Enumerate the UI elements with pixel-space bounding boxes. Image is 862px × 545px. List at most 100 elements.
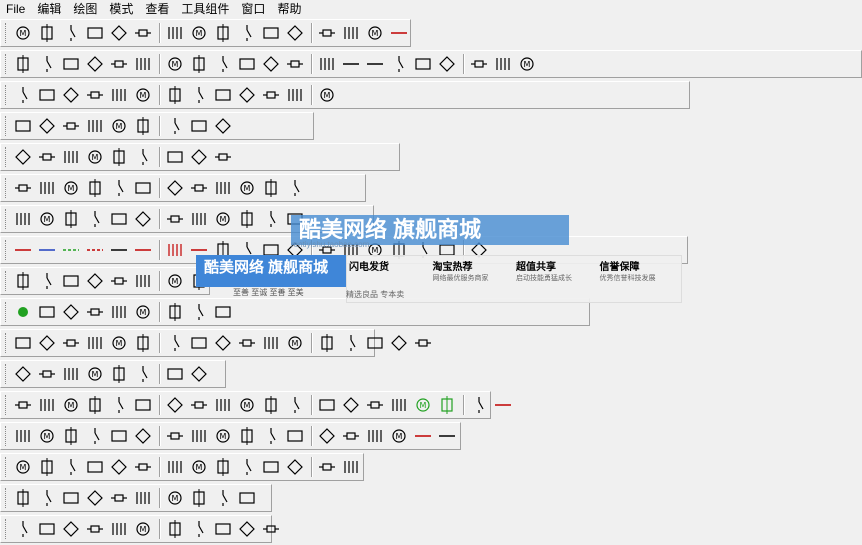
box-9-icon[interactable] — [60, 487, 82, 509]
relay-5-icon[interactable] — [212, 84, 234, 106]
cross-terminal-icon[interactable] — [316, 22, 338, 44]
switch-1-icon[interactable] — [12, 84, 34, 106]
llln-icon[interactable] — [188, 53, 210, 75]
lamp-2-icon[interactable] — [364, 425, 386, 447]
coil-7-icon[interactable] — [164, 146, 186, 168]
box-1-icon[interactable] — [132, 208, 154, 230]
coil-h-icon[interactable] — [188, 332, 210, 354]
motor-box-2-icon[interactable] — [468, 53, 490, 75]
relay-8-icon[interactable] — [284, 84, 306, 106]
res-3-icon[interactable] — [60, 518, 82, 540]
term-21-icon[interactable] — [340, 425, 362, 447]
box-14-icon[interactable] — [188, 487, 210, 509]
term-7-icon[interactable] — [164, 394, 186, 416]
lamp-y-icon[interactable] — [236, 239, 258, 261]
contact-2-icon[interactable] — [36, 115, 58, 137]
cont-box-2-icon[interactable] — [284, 208, 306, 230]
diamond-a-icon[interactable] — [316, 332, 338, 354]
red-dash-icon[interactable] — [84, 239, 106, 261]
motor-3-icon[interactable]: M — [60, 177, 82, 199]
menu-item[interactable]: 窗口 — [235, 0, 271, 18]
box-15-icon[interactable] — [212, 487, 234, 509]
line-4-icon[interactable] — [436, 425, 458, 447]
contact-6-icon[interactable] — [132, 115, 154, 137]
term-1-icon[interactable] — [12, 394, 34, 416]
coil-5-icon[interactable] — [108, 146, 130, 168]
motor-5-icon[interactable] — [108, 177, 130, 199]
res-2-icon[interactable] — [36, 518, 58, 540]
term-2-icon[interactable] — [36, 394, 58, 416]
cap-4-icon[interactable] — [84, 425, 106, 447]
ssr-2-icon[interactable] — [36, 363, 58, 385]
grounded-plug-icon[interactable] — [236, 22, 258, 44]
contact-5-icon[interactable]: M — [108, 115, 130, 137]
term-4-icon[interactable] — [84, 394, 106, 416]
ln-icon[interactable] — [84, 53, 106, 75]
relay-6-icon[interactable] — [236, 84, 258, 106]
switch-icon[interactable] — [60, 22, 82, 44]
motor-box-icon[interactable] — [436, 53, 458, 75]
double-lamp-icon[interactable] — [284, 53, 306, 75]
cap-5-icon[interactable] — [108, 425, 130, 447]
arrow-box-icon[interactable]: M — [212, 208, 234, 230]
coil-6-icon[interactable] — [132, 146, 154, 168]
plug-1-icon[interactable] — [436, 239, 458, 261]
lll-icon[interactable] — [132, 53, 154, 75]
diamond-icon[interactable] — [212, 22, 234, 44]
tri-b-icon[interactable] — [388, 332, 410, 354]
comp-8-icon[interactable]: M — [188, 456, 210, 478]
contact-1-icon[interactable] — [12, 115, 34, 137]
toolbar-grip-handle[interactable] — [5, 426, 9, 446]
coil-k-icon[interactable] — [260, 332, 282, 354]
nc-7-icon[interactable]: M — [164, 270, 186, 292]
term-19-icon[interactable] — [284, 425, 306, 447]
toolbar-grip-handle[interactable] — [5, 147, 9, 167]
cap-3-icon[interactable] — [60, 425, 82, 447]
gray-box-icon[interactable] — [468, 394, 490, 416]
res-7-icon[interactable] — [164, 518, 186, 540]
toolbar-grip-handle[interactable] — [5, 178, 9, 198]
busbar-icon[interactable] — [340, 53, 362, 75]
blue-line-icon[interactable] — [36, 239, 58, 261]
comp-2-icon[interactable] — [36, 456, 58, 478]
lamp-socket-2-icon[interactable] — [260, 53, 282, 75]
resistor-icon[interactable] — [12, 518, 34, 540]
box-13-icon[interactable]: M — [164, 487, 186, 509]
term-15-icon[interactable] — [188, 425, 210, 447]
box-7-icon[interactable] — [12, 487, 34, 509]
coil-e-icon[interactable]: M — [108, 332, 130, 354]
box-5-icon[interactable] — [164, 363, 186, 385]
contact-7-icon[interactable] — [164, 115, 186, 137]
toolbar-grip-handle[interactable] — [5, 395, 9, 415]
plug-2-icon[interactable] — [468, 239, 490, 261]
coil-d-icon[interactable] — [84, 332, 106, 354]
toolbar-grip-handle[interactable] — [5, 302, 9, 322]
comp-11-icon[interactable] — [260, 456, 282, 478]
relay-2-icon[interactable]: M — [132, 84, 154, 106]
contact-3-icon[interactable] — [60, 115, 82, 137]
nc-6-icon[interactable] — [132, 270, 154, 292]
box-4-icon[interactable] — [132, 363, 154, 385]
sw-8-icon[interactable] — [212, 301, 234, 323]
comp-4-icon[interactable] — [84, 456, 106, 478]
red-cross-icon[interactable] — [164, 239, 186, 261]
coil-i-icon[interactable] — [212, 332, 234, 354]
motor-4-icon[interactable] — [84, 177, 106, 199]
menu-item[interactable]: 编辑 — [31, 0, 67, 18]
motor-7-icon[interactable] — [164, 177, 186, 199]
term-17-icon[interactable] — [236, 425, 258, 447]
toolbar-grip-handle[interactable] — [5, 333, 9, 353]
coil-b-icon[interactable] — [36, 332, 58, 354]
red-lines-icon[interactable] — [188, 239, 210, 261]
term-3-icon[interactable]: M — [60, 394, 82, 416]
cross-box-icon[interactable]: M — [364, 22, 386, 44]
coil-8-icon[interactable] — [188, 146, 210, 168]
menu-item[interactable]: 工具组件 — [175, 0, 235, 18]
comp-14-icon[interactable] — [340, 456, 362, 478]
ssr-3-icon[interactable] — [60, 363, 82, 385]
motor-8-icon[interactable] — [188, 177, 210, 199]
fuse-box-icon[interactable] — [132, 22, 154, 44]
coil-f-icon[interactable] — [132, 332, 154, 354]
lnpe-icon[interactable] — [108, 53, 130, 75]
toolbar-grip-handle[interactable] — [5, 488, 9, 508]
